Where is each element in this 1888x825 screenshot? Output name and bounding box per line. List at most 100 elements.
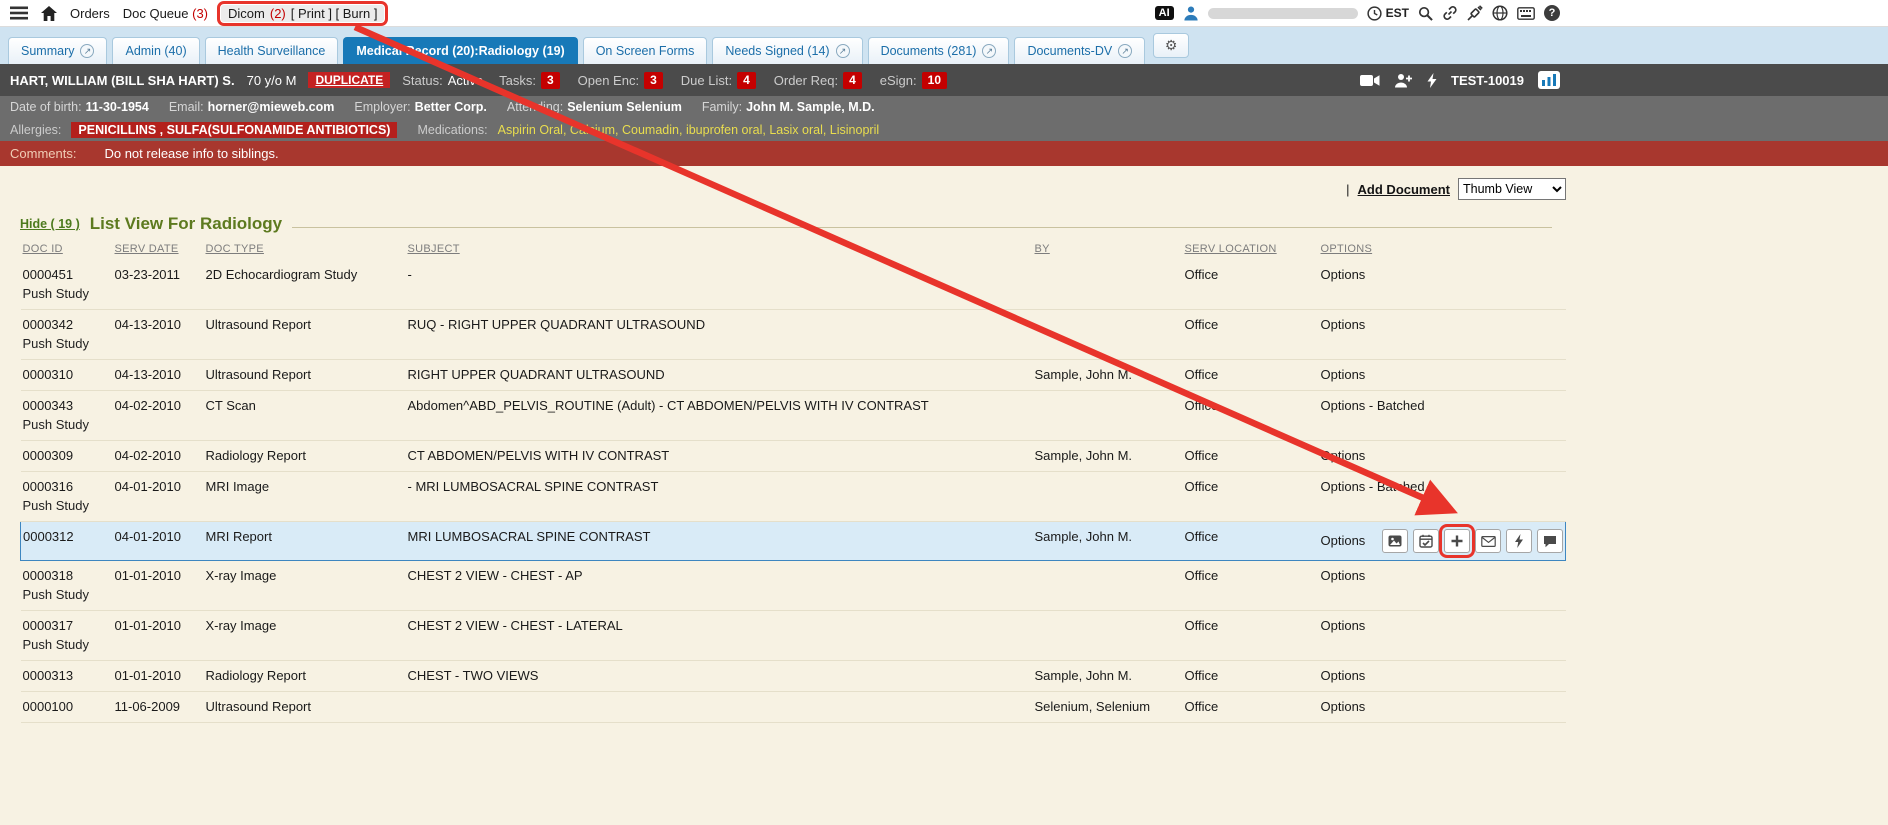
- document-row[interactable]: 000031204-01-2010MRI ReportMRI LUMBOSACR…: [21, 522, 1566, 561]
- doc-id[interactable]: 0000317: [23, 618, 111, 634]
- document-row[interactable]: 000030904-02-2010Radiology ReportCT ABDO…: [21, 441, 1566, 472]
- options-link[interactable]: Options: [1321, 668, 1366, 684]
- hamburger-menu-icon[interactable]: [10, 6, 28, 20]
- external-link-icon[interactable]: ↗: [80, 44, 94, 58]
- doc-id[interactable]: 0000343: [23, 398, 111, 414]
- options-link[interactable]: Options: [1321, 533, 1366, 549]
- counter-badge[interactable]: 4: [843, 72, 862, 89]
- video-camera-icon[interactable]: [1360, 74, 1380, 87]
- document-row[interactable]: 0000316Push Study04-01-2010MRI Image- MR…: [21, 472, 1566, 522]
- doc-id[interactable]: 0000342: [23, 317, 111, 333]
- options-link[interactable]: Options: [1321, 317, 1366, 333]
- document-row[interactable]: 000031004-13-2010Ultrasound ReportRIGHT …: [21, 360, 1566, 391]
- image-icon-button[interactable]: [1382, 529, 1408, 553]
- tab-admin[interactable]: Admin (40): [112, 37, 199, 64]
- injection-icon[interactable]: [1467, 5, 1483, 21]
- flowsheet-chart-button[interactable]: [1538, 71, 1560, 89]
- view-mode-select[interactable]: Thumb View: [1458, 178, 1566, 200]
- push-study-link[interactable]: Push Study: [23, 498, 111, 514]
- medication-link[interactable]: Calcium: [570, 123, 615, 137]
- document-row[interactable]: 0000317Push Study01-01-2010X-ray ImageCH…: [21, 611, 1566, 661]
- keyboard-icon[interactable]: [1517, 7, 1535, 20]
- column-header-doc-type[interactable]: DOC TYPE: [204, 240, 406, 260]
- options-link[interactable]: Options: [1321, 618, 1366, 634]
- external-link-icon[interactable]: ↗: [836, 44, 850, 58]
- duplicate-flag[interactable]: DUPLICATE: [308, 72, 390, 88]
- nav-dicom-group[interactable]: Dicom (2) [ Print ] [ Burn ]: [221, 5, 384, 22]
- quick-action-bolt-icon[interactable]: [1427, 73, 1437, 88]
- globe-icon[interactable]: [1492, 5, 1508, 21]
- user-icon[interactable]: [1183, 5, 1199, 21]
- ai-badge[interactable]: AI: [1155, 6, 1174, 20]
- comment-icon-button[interactable]: [1537, 529, 1563, 553]
- plus-icon-button[interactable]: [1444, 529, 1470, 553]
- medication-link[interactable]: Lisinopril: [830, 123, 879, 137]
- doc-id[interactable]: 0000310: [23, 367, 111, 383]
- tab-documents[interactable]: Documents (281)↗: [868, 37, 1010, 64]
- doc-id[interactable]: 0000309: [23, 448, 111, 464]
- add-person-icon[interactable]: [1394, 73, 1413, 88]
- options-link[interactable]: Options: [1321, 699, 1366, 715]
- document-row[interactable]: 0000342Push Study04-13-2010Ultrasound Re…: [21, 310, 1566, 360]
- counter-badge[interactable]: 3: [644, 72, 663, 89]
- column-header-serv-location[interactable]: SERV LOCATION: [1183, 240, 1319, 260]
- home-icon[interactable]: [41, 6, 57, 21]
- document-row[interactable]: 000010011-06-2009Ultrasound ReportSeleni…: [21, 692, 1566, 723]
- options-link[interactable]: Options: [1321, 448, 1366, 464]
- external-link-icon[interactable]: ↗: [1118, 44, 1132, 58]
- push-study-link[interactable]: Push Study: [23, 637, 111, 653]
- counter-badge[interactable]: 4: [737, 72, 756, 89]
- settings-gear-button[interactable]: ⚙: [1153, 33, 1189, 58]
- timezone-clock-button[interactable]: EST: [1367, 6, 1409, 21]
- doc-id[interactable]: 0000312: [23, 529, 111, 545]
- push-study-link[interactable]: Push Study: [23, 336, 111, 352]
- link-icon[interactable]: [1442, 5, 1458, 21]
- counter-badge[interactable]: 3: [541, 72, 560, 89]
- document-row[interactable]: 0000451Push Study03-23-20112D Echocardio…: [21, 260, 1566, 310]
- column-header-options[interactable]: OPTIONS: [1319, 240, 1566, 260]
- options-link[interactable]: Options - Batched: [1321, 479, 1425, 495]
- tab-documents-dv[interactable]: Documents-DV↗: [1014, 37, 1145, 64]
- quick-search-bar[interactable]: [1208, 8, 1358, 19]
- column-header-doc-id[interactable]: DOC ID: [21, 240, 113, 260]
- document-row[interactable]: 0000343Push Study04-02-2010CT ScanAbdome…: [21, 391, 1566, 441]
- medication-link[interactable]: Aspirin Oral: [498, 123, 563, 137]
- external-link-icon[interactable]: ↗: [982, 44, 996, 58]
- nav-orders[interactable]: Orders: [70, 6, 110, 21]
- options-link[interactable]: Options: [1321, 367, 1366, 383]
- options-link[interactable]: Options: [1321, 568, 1366, 584]
- nav-doc-queue[interactable]: Doc Queue (3): [123, 6, 208, 21]
- allergies-alert[interactable]: PENICILLINS , SULFA(SULFONAMIDE ANTIBIOT…: [71, 122, 397, 138]
- push-study-link[interactable]: Push Study: [23, 587, 111, 603]
- doc-id[interactable]: 0000313: [23, 668, 111, 684]
- document-row[interactable]: 000031301-01-2010Radiology ReportCHEST -…: [21, 661, 1566, 692]
- tab-medical-record[interactable]: Medical Record (20):Radiology (19): [343, 37, 577, 64]
- medication-link[interactable]: ibuprofen oral: [686, 123, 762, 137]
- document-row[interactable]: 0000318Push Study01-01-2010X-ray ImageCH…: [21, 561, 1566, 611]
- doc-id[interactable]: 0000318: [23, 568, 111, 584]
- push-study-link[interactable]: Push Study: [23, 286, 111, 302]
- search-icon[interactable]: [1418, 6, 1433, 21]
- envelope-icon-button[interactable]: [1475, 529, 1501, 553]
- doc-id[interactable]: 0000316: [23, 479, 111, 495]
- options-link[interactable]: Options: [1321, 267, 1366, 283]
- add-document-link[interactable]: Add Document: [1358, 182, 1450, 197]
- medication-link[interactable]: Coumadin: [622, 123, 679, 137]
- hide-list-link[interactable]: Hide ( 19 ): [20, 217, 80, 231]
- push-study-link[interactable]: Push Study: [23, 417, 111, 433]
- dicom-print-burn-links[interactable]: [ Print ] [ Burn ]: [291, 6, 378, 21]
- tab-on-screen-forms[interactable]: On Screen Forms: [583, 37, 708, 64]
- column-header-subject[interactable]: SUBJECT: [406, 240, 1033, 260]
- doc-id[interactable]: 0000451: [23, 267, 111, 283]
- calendar-check-icon-button[interactable]: [1413, 529, 1439, 553]
- medication-link[interactable]: Lasix oral: [769, 123, 823, 137]
- column-header-serv-date[interactable]: SERV DATE: [113, 240, 204, 260]
- tab-health-surveillance[interactable]: Health Surveillance: [205, 37, 339, 64]
- help-icon[interactable]: ?: [1544, 5, 1560, 21]
- options-link[interactable]: Options - Batched: [1321, 398, 1425, 414]
- lightning-icon-button[interactable]: [1506, 529, 1532, 553]
- counter-badge[interactable]: 10: [922, 72, 947, 89]
- column-header-by[interactable]: BY: [1033, 240, 1183, 260]
- doc-id[interactable]: 0000100: [23, 699, 111, 715]
- tab-needs-signed[interactable]: Needs Signed (14)↗: [712, 37, 862, 64]
